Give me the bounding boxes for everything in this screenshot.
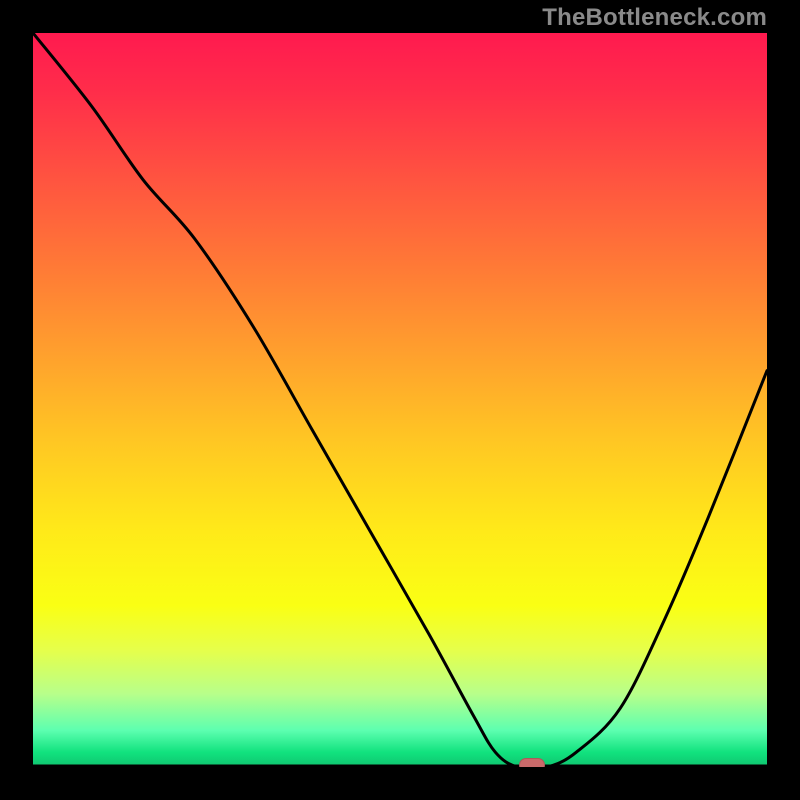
chart-frame: TheBottleneck.com: [0, 0, 800, 800]
bottleneck-curve: [33, 33, 767, 767]
optimal-point-marker: [519, 758, 545, 767]
plot-area: [33, 33, 767, 767]
watermark-text: TheBottleneck.com: [542, 4, 767, 32]
